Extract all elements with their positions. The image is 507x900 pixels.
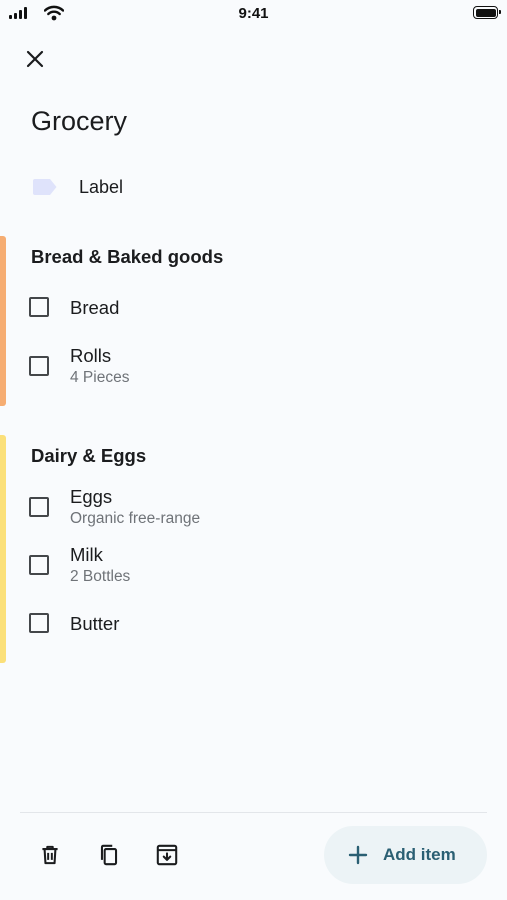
list-item-milk[interactable]: Milk 2 Bottles: [28, 542, 448, 588]
item-name: Milk: [70, 544, 103, 565]
battery-icon: [473, 6, 501, 19]
category-dairy-eggs: Dairy & Eggs Eggs Organic free-range Mil…: [0, 435, 507, 663]
item-detail: 2 Bottles: [70, 568, 131, 585]
item-checkbox[interactable]: [29, 297, 49, 317]
list-item-bread[interactable]: Bread: [28, 288, 448, 328]
category-title: Dairy & Eggs: [31, 445, 147, 466]
add-item-button[interactable]: Add item: [324, 826, 487, 884]
category-accent-bar: [0, 435, 6, 663]
close-icon: [26, 50, 44, 68]
item-name: Butter: [70, 613, 120, 634]
add-item-label: Add item: [383, 845, 456, 864]
item-name: Eggs: [70, 486, 113, 507]
toolbar-divider: [20, 812, 487, 813]
item-checkbox[interactable]: [29, 555, 49, 575]
close-button[interactable]: [20, 44, 50, 74]
item-name: Bread: [70, 297, 120, 318]
delete-button[interactable]: [35, 840, 65, 870]
status-bar: 9:41: [0, 0, 507, 28]
item-name: Rolls: [70, 345, 112, 366]
archive-icon: [156, 844, 178, 866]
label-chip[interactable]: Label: [32, 174, 123, 200]
list-item-butter[interactable]: Butter: [28, 603, 448, 643]
status-time: 9:41: [238, 5, 269, 22]
item-checkbox[interactable]: [29, 356, 49, 376]
copy-button[interactable]: [94, 840, 124, 870]
category-accent-bar: [0, 236, 6, 406]
category-bread-baked-goods: Bread & Baked goods Bread Rolls 4 Pieces: [0, 236, 507, 406]
item-checkbox[interactable]: [29, 497, 49, 517]
copy-icon: [100, 844, 118, 866]
note-title[interactable]: Grocery: [31, 106, 127, 137]
list-item-eggs[interactable]: Eggs Organic free-range: [28, 484, 448, 530]
label-tag-icon: [33, 179, 57, 195]
plus-icon: [348, 845, 368, 865]
item-checkbox[interactable]: [29, 613, 49, 633]
item-detail: 4 Pieces: [70, 369, 130, 386]
list-item-rolls[interactable]: Rolls 4 Pieces: [28, 344, 448, 390]
delete-icon: [42, 845, 58, 865]
item-detail: Organic free-range: [70, 510, 201, 527]
label-text: Label: [79, 176, 124, 197]
category-title: Bread & Baked goods: [31, 246, 224, 267]
archive-button[interactable]: [152, 840, 182, 870]
